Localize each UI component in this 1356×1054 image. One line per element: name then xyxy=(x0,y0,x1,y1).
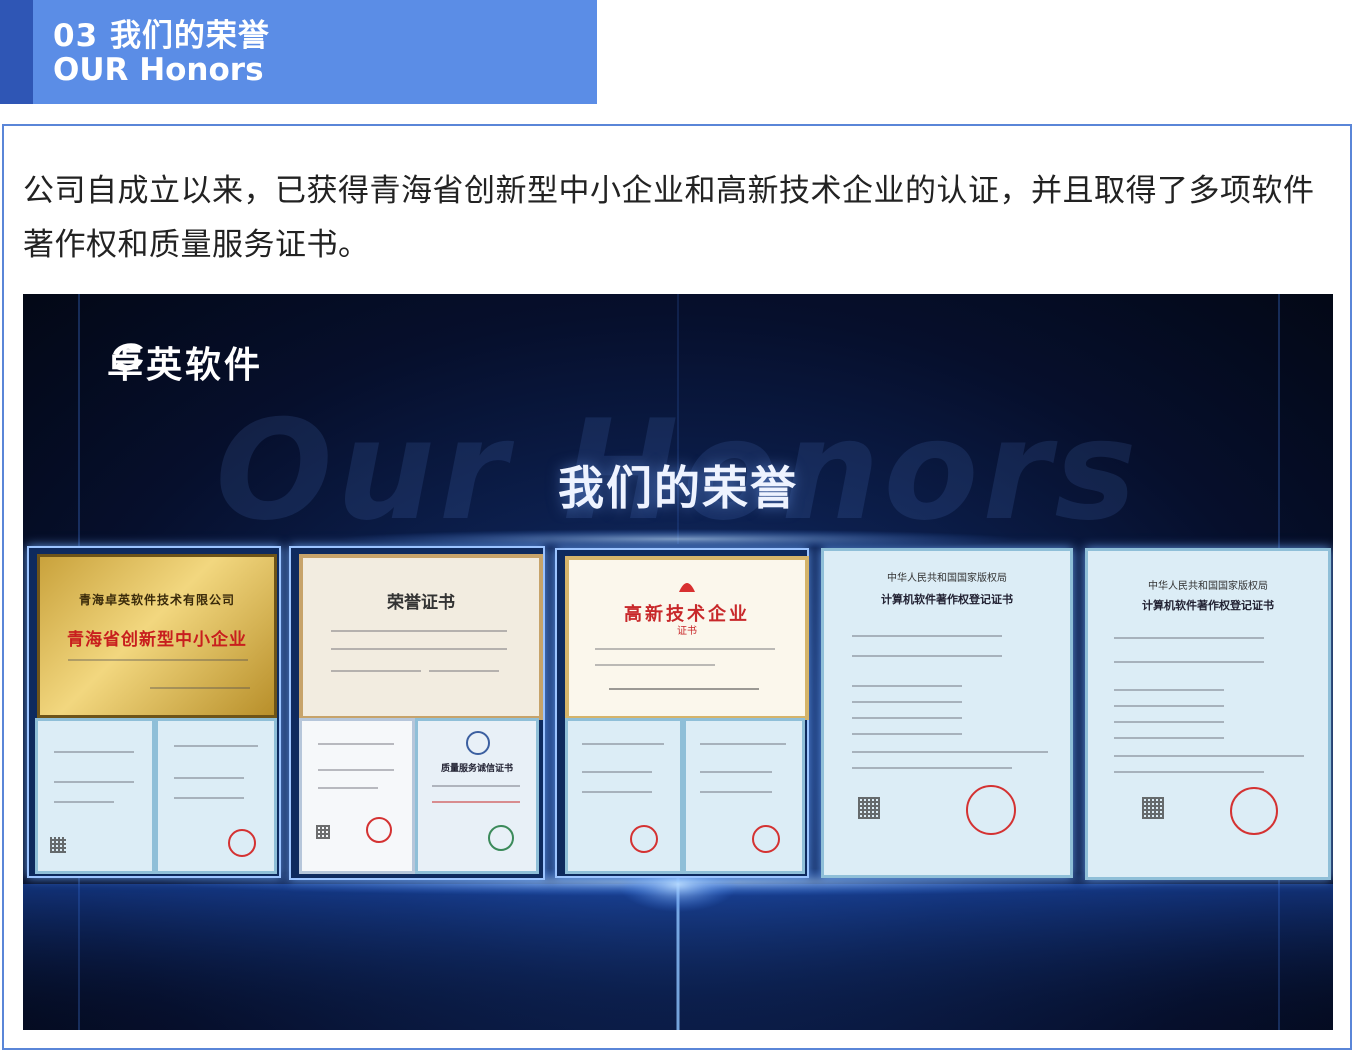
plaque-title: 青海省创新型中小企业 xyxy=(67,630,247,650)
section-header-accent xyxy=(0,0,33,104)
hightech-emblem-icon xyxy=(679,583,695,592)
certificate-thumbnail xyxy=(565,718,683,874)
certificate-thumbnail xyxy=(683,718,805,874)
innovation-plaque: 青海卓英软件技术有限公司 青海省创新型中小企业 xyxy=(37,554,277,718)
certificate-thumbnail xyxy=(155,718,277,874)
copyright-title: 计算机软件著作权登记证书 xyxy=(1142,599,1274,612)
quality-cert-title: 质量服务诚信证书 xyxy=(440,764,513,774)
certificate-thumbnail xyxy=(35,718,155,874)
honor-certificate: 荣誉证书 xyxy=(299,554,543,720)
brand-logo: 卓英软件 xyxy=(107,336,263,388)
copyright-title: 计算机软件著作权登记证书 xyxy=(881,593,1013,606)
hightech-certificate: 高新技术企业 证书 xyxy=(565,556,809,720)
quality-certificate: 质量服务诚信证书 xyxy=(415,718,539,874)
cert-group-1: 青海卓英软件技术有限公司 青海省创新型中小企业 xyxy=(27,546,281,878)
software-copyright-certificate: 中华人民共和国国家版权局 计算机软件著作权登记证书 xyxy=(1085,548,1331,880)
plaque-org: 青海卓英软件技术有限公司 xyxy=(78,593,235,607)
certificate-thumbnail xyxy=(299,718,415,874)
intro-paragraph: 公司自成立以来，已获得青海省创新型中小企业和高新技术企业的认证，并且取得了多项软… xyxy=(23,173,1315,263)
brand-icon xyxy=(113,343,143,371)
hightech-cert-sub: 证书 xyxy=(677,626,697,637)
cert-group-3: 高新技术企业 证书 xyxy=(555,548,809,878)
section-number: 03 xyxy=(53,18,99,54)
copyright-header: 中华人民共和国国家版权局 xyxy=(1148,581,1268,592)
section-title-cn: 03 我们的荣誉 xyxy=(53,18,270,54)
section-title-en: OUR Honors xyxy=(53,52,264,88)
honors-image: 卓英软件 Our Honors 我们的荣誉 青海卓英软件技术有限公司 青海省创新… xyxy=(23,294,1333,1030)
copyright-header: 中华人民共和国国家版权局 xyxy=(887,573,1007,584)
honor-cert-title: 荣誉证书 xyxy=(387,593,455,613)
software-copyright-certificate: 中华人民共和国国家版权局 计算机软件著作权登记证书 xyxy=(821,548,1073,878)
section-title-text: 我们的荣誉 xyxy=(109,18,270,54)
image-title: 我们的荣誉 xyxy=(558,461,798,515)
cert-group-2: 荣誉证书 质量服务诚信证书 xyxy=(289,546,545,880)
